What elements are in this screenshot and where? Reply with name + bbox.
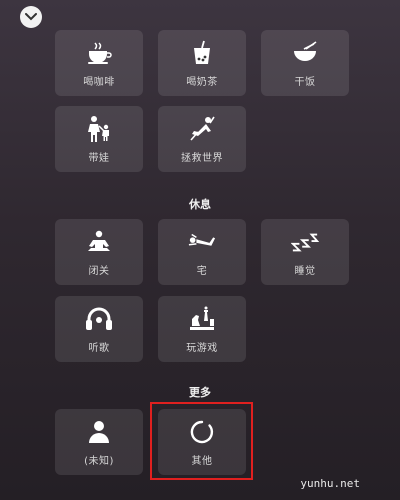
coffee-icon — [85, 39, 113, 67]
tile-label: (未知) — [84, 455, 114, 467]
tile-coffee[interactable]: 喝咖啡 — [55, 30, 143, 96]
collapse-button[interactable] — [20, 6, 42, 28]
tile-parenting[interactable]: 带娃 — [55, 106, 143, 172]
selection-highlight — [150, 402, 253, 480]
tile-game[interactable]: 玩游戏 — [158, 296, 246, 362]
tile-label: 喝咖啡 — [83, 76, 115, 88]
parent-child-icon — [85, 115, 113, 143]
tile-label: 宅 — [196, 265, 208, 277]
tile-seclusion[interactable]: 闭关 — [55, 219, 143, 285]
unknown-person-icon — [85, 418, 113, 446]
tile-save-world[interactable]: 拯救世界 — [158, 106, 246, 172]
headphones-icon — [85, 305, 113, 333]
milk-tea-icon — [188, 39, 216, 67]
section-title-rest: 休息 — [189, 198, 211, 211]
tile-label: 睡觉 — [294, 265, 316, 277]
sleep-zzz-icon — [291, 228, 319, 256]
watermark: yunhu.net — [300, 477, 360, 490]
tile-rice[interactable]: 干饭 — [261, 30, 349, 96]
meditation-icon — [85, 228, 113, 256]
tile-label: 喝奶茶 — [186, 76, 218, 88]
tile-stay-home[interactable]: 宅 — [158, 219, 246, 285]
chess-game-icon — [188, 305, 216, 333]
tile-unknown[interactable]: (未知) — [55, 409, 143, 475]
tile-sleep[interactable]: 睡觉 — [261, 219, 349, 285]
tile-label: 听歌 — [88, 342, 110, 354]
superhero-icon — [188, 115, 216, 143]
tile-label: 闭关 — [88, 265, 110, 277]
rice-bowl-icon — [291, 39, 319, 67]
tile-label: 带娃 — [88, 152, 110, 164]
tile-music[interactable]: 听歌 — [55, 296, 143, 362]
lying-person-icon — [188, 228, 216, 256]
tile-milk-tea[interactable]: 喝奶茶 — [158, 30, 246, 96]
chevron-down-icon — [25, 13, 37, 21]
tile-label: 拯救世界 — [181, 152, 223, 164]
tile-label: 干饭 — [294, 76, 316, 88]
section-title-more: 更多 — [189, 386, 211, 399]
tile-label: 玩游戏 — [186, 342, 218, 354]
